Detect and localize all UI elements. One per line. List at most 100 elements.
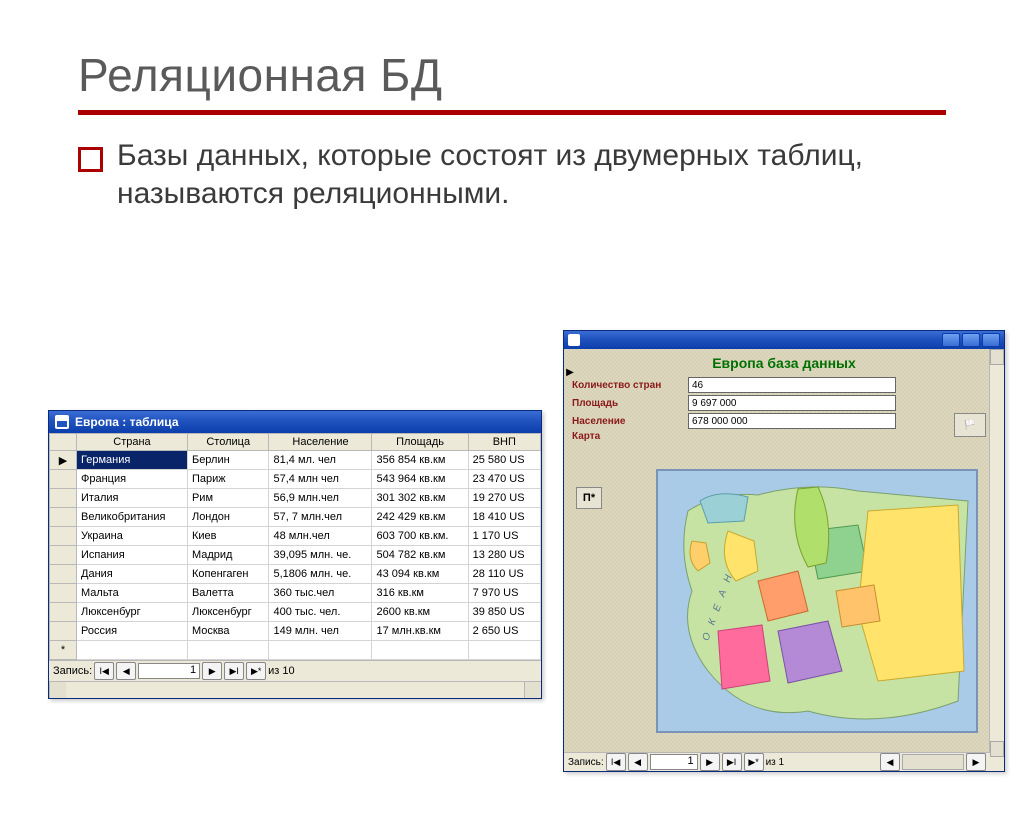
cell[interactable]: 18 410 US [468,508,540,527]
cell[interactable]: 5,1806 млн. че. [269,565,372,584]
cell[interactable] [468,641,540,660]
table-row[interactable]: УкраинаКиев48 млн.чел603 700 кв.км.1 170… [50,527,541,546]
cell[interactable]: 57, 7 млн.чел [269,508,372,527]
form-nav-prev-button[interactable]: ◀ [628,753,648,771]
cell[interactable]: 2600 кв.км [372,603,468,622]
row-selector[interactable] [50,622,77,641]
col-gnp[interactable]: ВНП [468,434,540,451]
nav-prev-button[interactable]: ◀ [116,662,136,680]
table-row[interactable]: ДанияКопенгаген5,1806 млн. че.43 094 кв.… [50,565,541,584]
nav-next-button[interactable]: ▶ [202,662,222,680]
form-titlebar[interactable] [564,331,1004,349]
cell[interactable]: Люксенбург [77,603,188,622]
form-nav-new-button[interactable]: ▶* [744,753,764,771]
cell[interactable]: 13 280 US [468,546,540,565]
cell[interactable]: Киев [187,527,269,546]
cell[interactable]: 25 580 US [468,451,540,470]
row-selector-header[interactable] [50,434,77,451]
row-selector[interactable] [50,527,77,546]
cell[interactable]: Германия [77,451,188,470]
table-row[interactable]: ИспанияМадрид39,095 млн. че.504 782 кв.к… [50,546,541,565]
flag-button[interactable]: 🏳️ [954,413,986,437]
cell[interactable]: 400 тыс. чел. [269,603,372,622]
cell[interactable]: 81,4 мл. чел [269,451,372,470]
cell[interactable]: 356 854 кв.км [372,451,468,470]
table-row[interactable]: * [50,641,541,660]
form-close-button[interactable]: П* [576,487,602,509]
vertical-scrollbar[interactable] [989,349,1004,753]
cell[interactable]: 39,095 млн. че. [269,546,372,565]
cell[interactable]: Великобритания [77,508,188,527]
nav-new-button[interactable]: ▶* [246,662,266,680]
cell[interactable] [269,641,372,660]
cell[interactable]: 316 кв.км [372,584,468,603]
scroll-right-icon[interactable] [524,682,541,698]
row-selector[interactable] [50,508,77,527]
cell[interactable]: 28 110 US [468,565,540,584]
col-population[interactable]: Население [269,434,372,451]
cell[interactable]: Мальта [77,584,188,603]
cell[interactable]: Украина [77,527,188,546]
cell[interactable]: Мадрид [187,546,269,565]
minimize-button[interactable] [942,333,960,347]
table-row[interactable]: ФранцияПариж57,4 млн чел543 964 кв.км23 … [50,470,541,489]
europe-table[interactable]: Страна Столица Население Площадь ВНП ▶Ге… [49,433,541,660]
scroll-down-icon[interactable] [990,741,1004,757]
row-selector[interactable] [50,470,77,489]
row-selector[interactable] [50,565,77,584]
cell[interactable] [372,641,468,660]
cell[interactable]: Берлин [187,451,269,470]
maximize-button[interactable] [962,333,980,347]
cell[interactable] [77,641,188,660]
cell[interactable]: 2 650 US [468,622,540,641]
cell[interactable]: Париж [187,470,269,489]
form-scroll-right-icon[interactable]: ▶ [966,753,986,771]
row-selector[interactable] [50,603,77,622]
cell[interactable]: 504 782 кв.км [372,546,468,565]
cell[interactable]: Дания [77,565,188,584]
scroll-left-icon[interactable] [49,682,66,698]
cell[interactable]: Копенгаген [187,565,269,584]
row-selector[interactable] [50,546,77,565]
titlebar[interactable]: Европа : таблица [49,411,541,433]
cell[interactable]: 17 млн.кв.км [372,622,468,641]
col-country[interactable]: Страна [77,434,188,451]
row-selector[interactable]: * [50,641,77,660]
row-selector[interactable]: ▶ [50,451,77,470]
cell[interactable]: 56,9 млн.чел [269,489,372,508]
cell[interactable]: Москва [187,622,269,641]
form-nav-first-button[interactable]: I◀ [606,753,626,771]
table-row[interactable]: ЛюксенбургЛюксенбург400 тыс. чел.2600 кв… [50,603,541,622]
col-capital[interactable]: Столица [187,434,269,451]
nav-first-button[interactable]: I◀ [94,662,114,680]
table-row[interactable]: МальтаВалетта360 тыс.чел316 кв.км7 970 U… [50,584,541,603]
col-area[interactable]: Площадь [372,434,468,451]
cell[interactable]: Россия [77,622,188,641]
cell[interactable]: Франция [77,470,188,489]
table-row[interactable]: ▶ГерманияБерлин81,4 мл. чел356 854 кв.км… [50,451,541,470]
table-row[interactable]: ВеликобританияЛондон57, 7 млн.чел242 429… [50,508,541,527]
cell[interactable] [187,641,269,660]
scroll-up-icon[interactable] [990,349,1004,365]
cell[interactable]: 57,4 млн чел [269,470,372,489]
record-selector-icon[interactable]: ▶ [564,367,576,378]
cell[interactable]: 360 тыс.чел [269,584,372,603]
cell[interactable]: 43 094 кв.км [372,565,468,584]
horizontal-scrollbar[interactable] [49,681,541,698]
cell[interactable]: Валетта [187,584,269,603]
form-nav-last-button[interactable]: ▶I [722,753,742,771]
row-selector[interactable] [50,584,77,603]
cell[interactable]: 242 429 кв.км [372,508,468,527]
nav-record-input[interactable]: 1 [138,663,200,679]
cell[interactable]: 301 302 кв.км [372,489,468,508]
form-scroll-left-icon[interactable]: ◀ [880,753,900,771]
field-count[interactable]: 46 [688,377,896,393]
cell[interactable]: 543 964 кв.км [372,470,468,489]
table-row[interactable]: ИталияРим 56,9 млн.чел301 302 кв.км19 27… [50,489,541,508]
field-population[interactable]: 678 000 000 [688,413,896,429]
cell[interactable]: Италия [77,489,188,508]
cell[interactable]: Рим [187,489,269,508]
cell[interactable]: 39 850 US [468,603,540,622]
cell[interactable]: 603 700 кв.км. [372,527,468,546]
cell[interactable]: 48 млн.чел [269,527,372,546]
